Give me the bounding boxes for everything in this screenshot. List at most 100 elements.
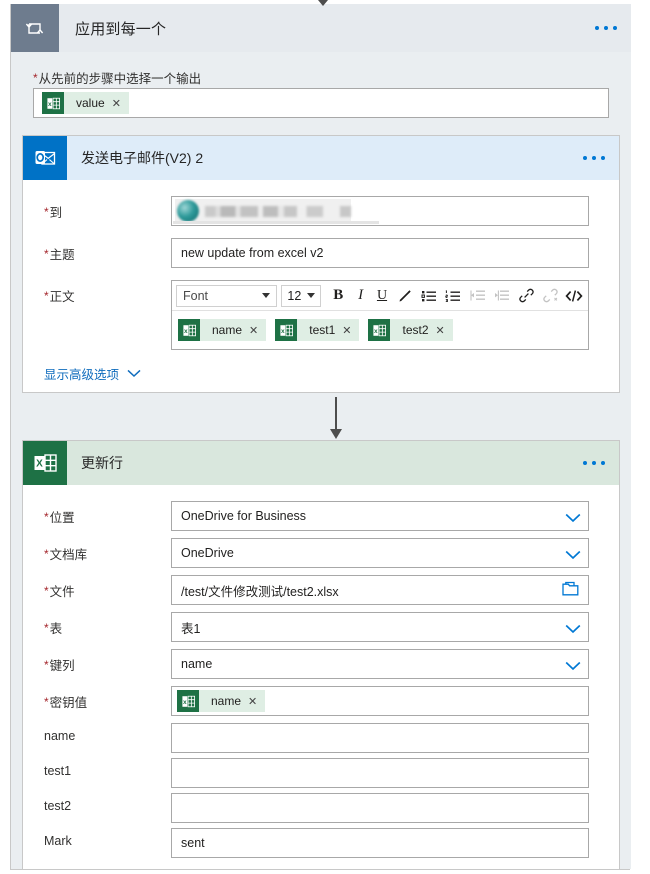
excel-icon: x: [178, 319, 200, 341]
recipient-remove-redacted[interactable]: [340, 205, 351, 217]
email-subject-input[interactable]: new update from excel v2: [171, 238, 589, 268]
row-test1-input[interactable]: [171, 758, 589, 788]
input-underline: [173, 221, 379, 224]
token-label: value: [76, 96, 105, 110]
send-email-menu-ellipsis-icon[interactable]: [583, 156, 605, 160]
token-chip-test1[interactable]: x test1 ✕: [275, 319, 360, 341]
increase-indent-icon[interactable]: [490, 283, 514, 309]
row-document-library: *文档库 OneDrive: [23, 536, 619, 570]
recipient-name-redacted: [205, 205, 323, 217]
token-chip-test2[interactable]: x test2 ✕: [368, 319, 453, 341]
row-test2-input[interactable]: [171, 793, 589, 823]
italic-button[interactable]: I: [350, 283, 371, 309]
send-email-card-body: *到 *主题 new update from excel v2 *正文 Font…: [23, 180, 619, 394]
required-asterisk: *: [44, 205, 49, 219]
code-view-icon[interactable]: [563, 283, 586, 309]
update-row-menu-ellipsis-icon[interactable]: [583, 461, 605, 465]
scope-body: *从先前的步骤中选择一个输出 x value ✕ 发送电子邮件(V2) 2 *到…: [11, 52, 631, 870]
loop-icon: [11, 4, 59, 52]
token-remove-icon[interactable]: ✕: [112, 97, 129, 110]
chevron-down-icon: [262, 293, 271, 298]
excel-icon: x: [177, 690, 199, 712]
bold-button[interactable]: B: [327, 283, 350, 309]
unlink-icon[interactable]: [538, 283, 562, 309]
chevron-down-icon[interactable]: [565, 549, 581, 560]
update-row-card-title: 更新行: [81, 455, 123, 471]
scope-menu-ellipsis-icon[interactable]: [595, 26, 617, 30]
email-body-label: *正文: [44, 289, 75, 304]
row-table-dropdown[interactable]: 表1: [171, 612, 589, 642]
select-output-label: *从先前的步骤中选择一个输出: [33, 71, 202, 86]
link-icon[interactable]: [514, 283, 538, 309]
required-asterisk: *: [44, 621, 49, 635]
row-key-value: *密钥值 x name ✕: [23, 684, 619, 718]
row-document-library-label: *文档库: [44, 547, 88, 562]
update-row-card-header[interactable]: X 更新行: [23, 441, 619, 485]
avatar: [177, 200, 199, 222]
chevron-down-icon: [306, 293, 315, 298]
email-body-editor[interactable]: Font 12 B I U x name ✕ x test1 ✕ x test2…: [171, 280, 589, 350]
folder-picker-icon[interactable]: [562, 581, 579, 599]
row-key-column-label: *键列: [44, 658, 75, 673]
token-label: test1: [309, 323, 336, 337]
bulleted-list-icon[interactable]: [417, 283, 441, 309]
row-test1: test1: [23, 756, 619, 790]
token-chip-name[interactable]: x name ✕: [178, 319, 267, 341]
email-body-content[interactable]: x name ✕ x test1 ✕ x test2 ✕: [172, 311, 588, 349]
email-to-label: *到: [44, 205, 63, 220]
send-email-card-header[interactable]: 发送电子邮件(V2) 2: [23, 136, 619, 180]
chevron-down-icon[interactable]: [565, 623, 581, 634]
recipient-chip-redacted[interactable]: [175, 199, 351, 223]
row-name: name: [23, 721, 619, 755]
font-size-dropdown[interactable]: 12: [281, 284, 321, 307]
incoming-connector-arrow: [318, 0, 328, 6]
select-output-input[interactable]: x value ✕: [33, 88, 609, 118]
token-remove-icon[interactable]: ✕: [249, 324, 266, 337]
row-file-value: /test/文件修改测试/test2.xlsx: [181, 584, 339, 599]
chevron-down-icon: [127, 367, 141, 381]
svg-text:x: x: [184, 327, 188, 334]
numbered-list-icon[interactable]: [441, 283, 465, 309]
row-key-value-label: *密钥值: [44, 695, 88, 710]
row-mark-input[interactable]: sent: [171, 828, 589, 858]
token-label: name: [212, 323, 243, 337]
required-asterisk: *: [44, 584, 49, 598]
row-key-column-dropdown[interactable]: name: [171, 649, 589, 679]
row-name-input[interactable]: [171, 723, 589, 753]
font-family-dropdown[interactable]: Font: [176, 284, 278, 307]
token-label: name: [211, 694, 242, 708]
show-advanced-options-link[interactable]: 显示高级选项: [44, 364, 141, 383]
rich-text-toolbar: Font 12 B I U: [172, 281, 588, 311]
row-file-label: *文件: [44, 584, 75, 599]
row-test2: test2: [23, 791, 619, 825]
decrease-indent-icon[interactable]: [466, 283, 490, 309]
required-asterisk: *: [44, 658, 49, 672]
token-chip-value[interactable]: x value ✕: [42, 92, 129, 114]
update-row-card: X 更新行 *位置 OneDrive for Business *文档库 One…: [22, 440, 620, 870]
row-file-input[interactable]: /test/文件修改测试/test2.xlsx: [171, 575, 589, 605]
email-to-row: *到: [23, 194, 619, 228]
row-table-label: *表: [44, 621, 63, 636]
row-test1-label: test1: [44, 764, 72, 778]
row-location-dropdown[interactable]: OneDrive for Business: [171, 501, 589, 531]
email-to-input[interactable]: [171, 196, 589, 226]
scope-header[interactable]: 应用到每一个: [11, 4, 631, 52]
row-document-library-dropdown[interactable]: OneDrive: [171, 538, 589, 568]
token-remove-icon[interactable]: ✕: [342, 324, 359, 337]
row-key-value-input[interactable]: x name ✕: [171, 686, 589, 716]
excel-icon: x: [42, 92, 64, 114]
row-location: *位置 OneDrive for Business: [23, 499, 619, 533]
pen-icon[interactable]: [393, 283, 417, 309]
token-chip-name[interactable]: x name ✕: [177, 690, 266, 712]
token-remove-icon[interactable]: ✕: [248, 695, 265, 708]
token-remove-icon[interactable]: ✕: [436, 324, 453, 337]
underline-button[interactable]: U: [371, 283, 392, 309]
row-key-column: *键列 name: [23, 647, 619, 681]
chevron-down-icon[interactable]: [565, 660, 581, 671]
apply-to-each-scope: 应用到每一个 *从先前的步骤中选择一个输出 x value ✕ 发送电子邮件(V…: [10, 4, 631, 870]
chevron-down-icon[interactable]: [565, 512, 581, 523]
svg-text:X: X: [36, 458, 43, 469]
show-advanced-options-label: 显示高级选项: [44, 368, 120, 382]
required-asterisk: *: [44, 247, 49, 261]
excel-icon: x: [368, 319, 391, 341]
